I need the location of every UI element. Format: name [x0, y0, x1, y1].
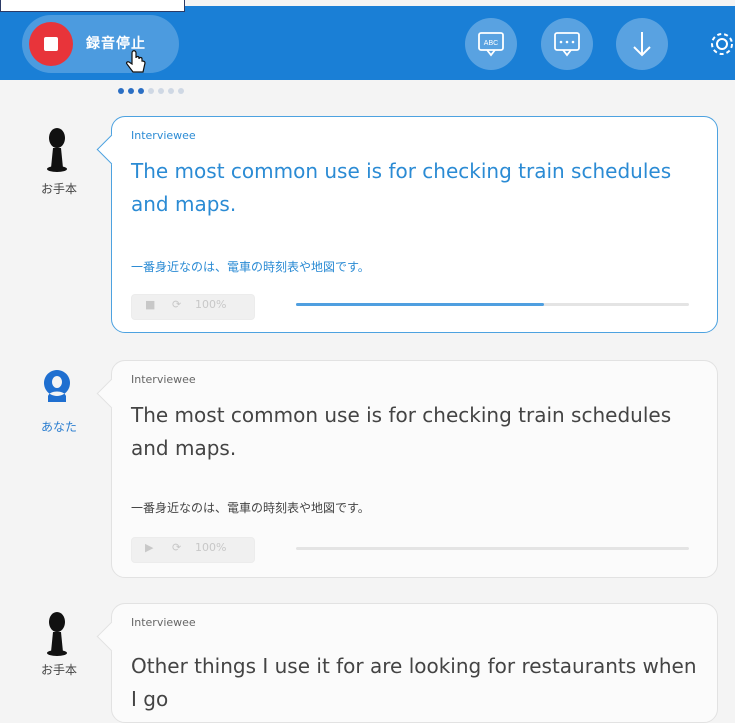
japanese-translation: 一番身近なのは、電車の時刻表や地図です。 — [131, 501, 370, 515]
download-arrow-icon — [633, 32, 651, 57]
replay-icon[interactable]: ⟳ — [172, 541, 181, 554]
replay-icon[interactable]: ⟳ — [172, 298, 181, 311]
settings-button[interactable] — [700, 22, 735, 66]
speed-label[interactable]: 100% — [195, 298, 226, 311]
english-sentence: The most common use is for checking trai… — [131, 403, 672, 460]
page-dot[interactable] — [128, 88, 134, 94]
playback-controls: ■ ⟳ 100% — [131, 294, 255, 320]
english-sentence: The most common use is for checking trai… — [131, 159, 672, 216]
hand-cursor-icon — [126, 50, 146, 73]
message-card[interactable]: Interviewee Other things I use it for ar… — [96, 603, 718, 723]
japanese-translation: 一番身近なのは、電車の時刻表や地図です。 — [131, 260, 370, 274]
page-dot[interactable] — [138, 88, 144, 94]
page-dot[interactable] — [168, 88, 174, 94]
speaker-label: Interviewee — [131, 129, 196, 142]
page-dot[interactable] — [178, 88, 184, 94]
avatar-label: お手本 — [40, 182, 77, 196]
abc-text: ABC — [484, 40, 498, 47]
playback-controls: ▶ ⟳ 100% — [131, 537, 255, 563]
play-icon[interactable]: ▶ — [145, 541, 153, 554]
speaker-label: Interviewee — [131, 373, 196, 386]
record-stop-icon — [29, 22, 73, 66]
translation-button[interactable] — [541, 18, 593, 70]
speaker-label: Interviewee — [131, 616, 196, 629]
page-dot[interactable] — [158, 88, 164, 94]
audio-progress-fill — [296, 303, 544, 306]
window-tab-outline — [0, 0, 185, 12]
stop-icon[interactable]: ■ — [145, 298, 155, 311]
message-card-active[interactable]: Interviewee The most common use is for c… — [96, 116, 718, 333]
record-stop-button[interactable]: 録音停止 — [22, 15, 179, 73]
speed-label[interactable]: 100% — [195, 541, 226, 554]
page-dot[interactable] — [118, 88, 124, 94]
audio-progress-track[interactable] — [296, 303, 689, 306]
page-dot[interactable] — [148, 88, 154, 94]
audio-progress-track[interactable] — [296, 547, 689, 550]
top-toolbar: 録音停止 ABC — [0, 6, 735, 80]
message-card[interactable]: Interviewee The most common use is for c… — [96, 360, 718, 578]
abc-bubble-icon: ABC — [478, 32, 504, 57]
user-avatar-icon — [43, 370, 70, 402]
gear-icon — [711, 33, 733, 55]
chat-bubble-icon — [554, 32, 580, 57]
download-button[interactable] — [616, 18, 668, 70]
abc-subtitle-button[interactable]: ABC — [465, 18, 517, 70]
stop-square — [44, 37, 58, 51]
avatar-label: あなた — [40, 420, 77, 434]
person-silhouette-icon — [47, 128, 67, 172]
english-sentence: Other things I use it for are looking fo… — [131, 654, 697, 711]
person-silhouette-icon — [47, 612, 67, 656]
